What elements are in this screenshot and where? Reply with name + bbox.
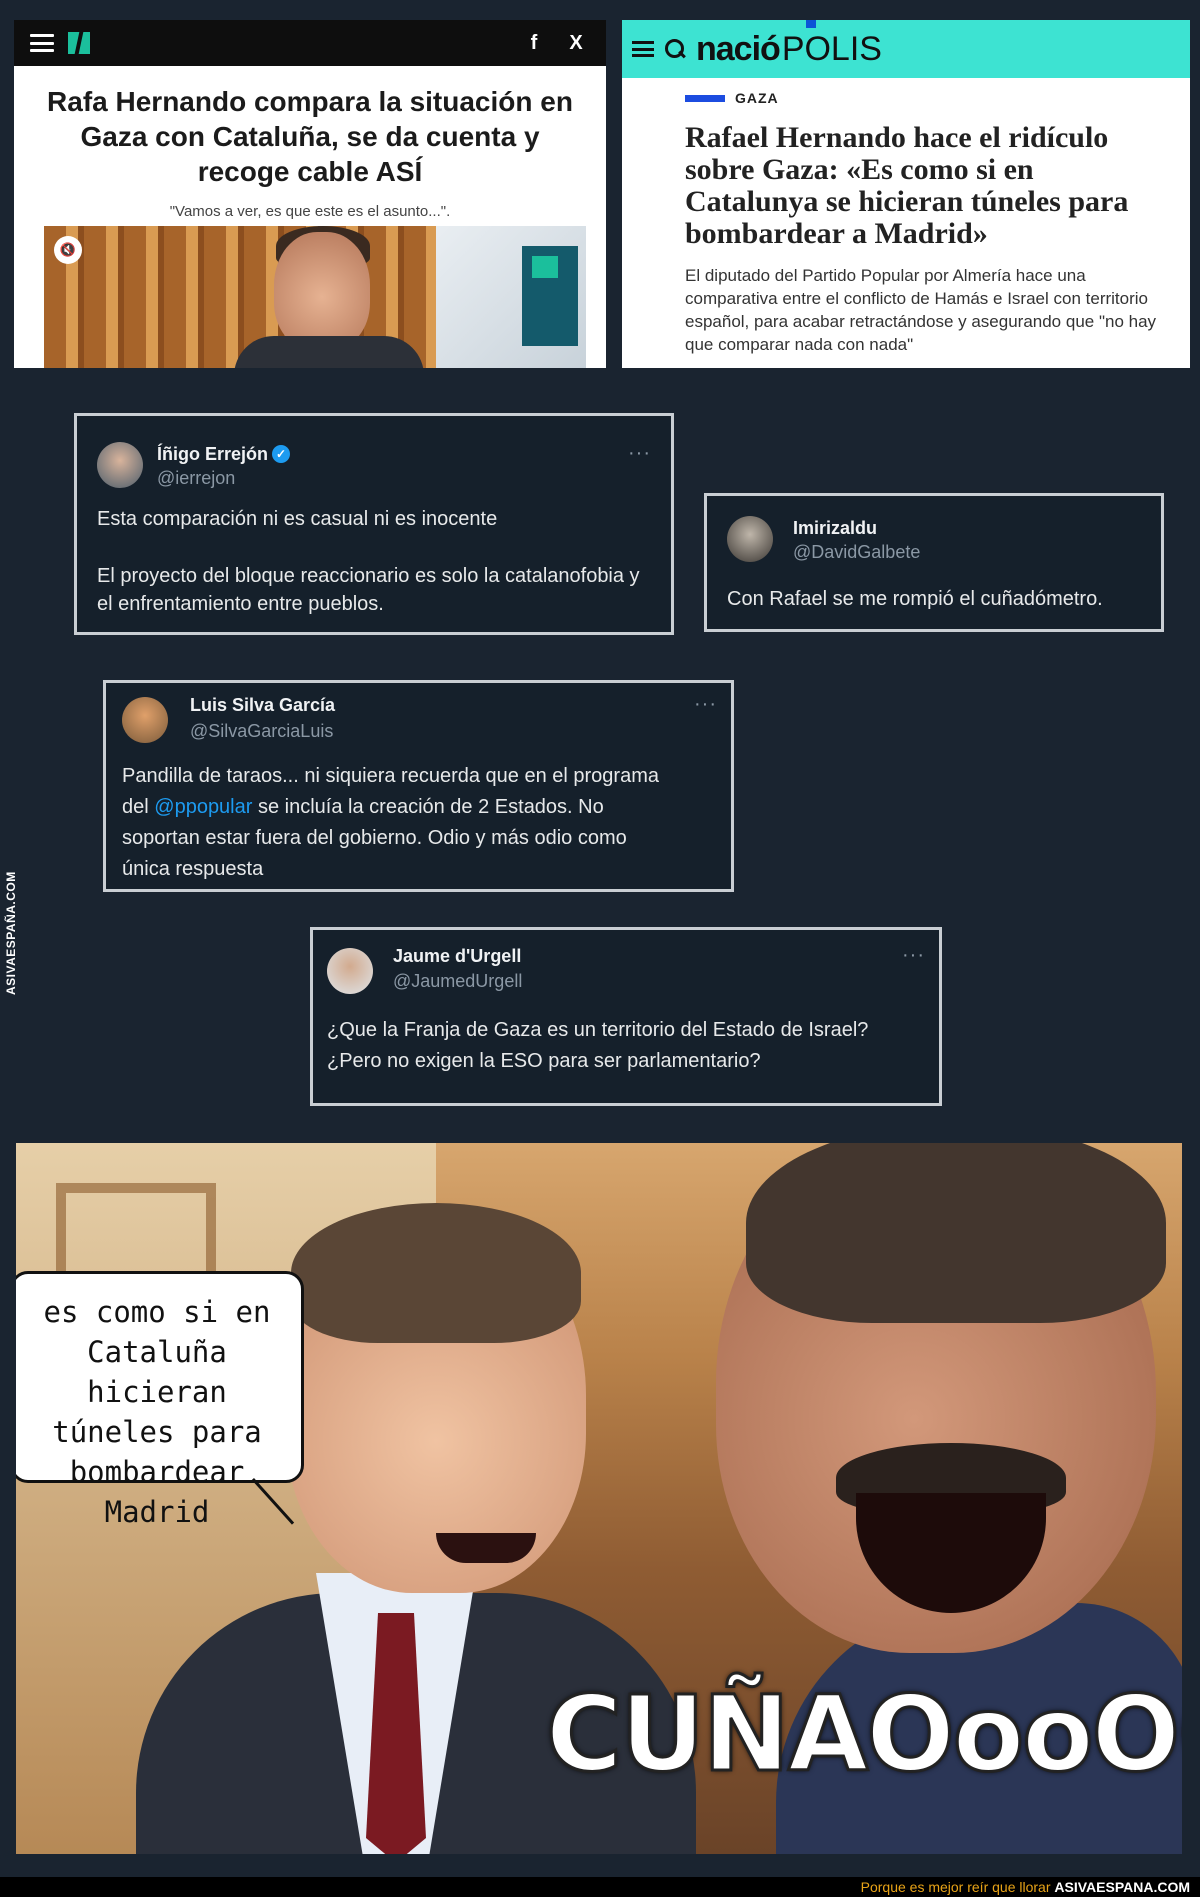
footer-bar: Porque es mejor reír que llorar ASIVAESP… [0,1877,1200,1897]
tweet-author[interactable]: Luis Silva García [190,695,335,716]
tweet-author[interactable]: Jaume d'Urgell [393,946,521,967]
site-header: nacióPOLIS [622,20,1190,78]
avatar[interactable] [327,948,373,994]
verified-badge-icon: ✓ [272,445,291,463]
article-card-right[interactable]: nacióPOLIS GAZA Rafael Hernando hace el … [622,20,1190,368]
tweet-card[interactable]: Imirizaldu @DavidGalbete Con Rafael se m… [704,493,1164,632]
footer-site-link[interactable]: ASIVAESPANA.COM [1054,1879,1190,1895]
speech-bubble: es como si en Cataluña hicieran túneles … [16,1271,304,1529]
section-label[interactable]: GAZA [685,90,1190,106]
tweet-card[interactable]: Jaume d'Urgell @JaumedUrgell ··· ¿Que la… [310,927,942,1106]
article-headline: Rafa Hernando compara la situación en Ga… [47,86,573,187]
article-subheadline: "Vamos a ver, es que este es el asunto..… [169,203,451,220]
side-watermark: ASIVAESPAÑA.COM [4,871,18,995]
channel-logo [522,246,578,346]
tweet-text: El proyecto del bloque reaccionario es s… [97,565,640,587]
article-headline: Rafael Hernando hace el ridículo sobre G… [685,121,1129,250]
tweet-text: Con Rafael se me rompió el cuñadómetro. [727,588,1103,610]
menu-icon[interactable] [632,41,654,57]
article-card-left[interactable]: f X Rafa Hernando compara la situación e… [14,20,606,368]
tweet-author: Íñigo Errejón [157,444,269,464]
site-logo[interactable]: nacióPOLIS [696,20,882,69]
tweet-text: ¿Pero no exigen la ESO para ser parlamen… [327,1050,761,1072]
avatar[interactable] [727,516,773,562]
site-header: f X [14,20,606,66]
mute-icon[interactable]: 🔇 [54,236,82,264]
speaker-face [274,232,370,350]
x-icon[interactable]: X [562,32,590,55]
avatar[interactable] [97,442,143,488]
meme-caption: CUÑAOooOO!! [544,1672,1182,1797]
article-lead: El diputado del Partido Popular por Alme… [685,266,1157,354]
tweet-handle[interactable]: @DavidGalbete [793,542,920,563]
tweet-handle[interactable]: @JaumedUrgell [393,971,522,992]
meme-image: es como si en Cataluña hicieran túneles … [16,1143,1182,1854]
more-options-icon[interactable]: ··· [694,693,717,716]
tweet-handle[interactable]: @SilvaGarciaLuis [190,721,333,742]
facebook-icon[interactable]: f [520,32,548,55]
tweet-author[interactable]: Imirizaldu [793,518,877,539]
video-player[interactable]: 🔇 [44,226,586,368]
footer-tagline: Porque es mejor reír que llorar [860,1879,1051,1895]
site-logo-icon[interactable] [68,32,90,54]
tweet-handle[interactable]: @ierrejon [157,468,235,489]
avatar[interactable] [122,697,168,743]
more-options-icon[interactable]: ··· [902,944,925,967]
tweet-text: del @ppopular se incluía la creación de … [122,796,604,818]
menu-icon[interactable] [30,34,54,52]
tweet-text: soportan estar fuera del gobierno. Odio … [122,827,627,849]
tweet-text: Pandilla de taraos... ni siquiera recuer… [122,765,659,787]
mention-link[interactable]: @ppopular [154,796,252,818]
tweet-card[interactable]: Íñigo Errejón ✓ @ierrejon ··· Esta compar… [74,413,674,635]
tweet-text: el enfrentamiento entre pueblos. [97,593,384,615]
tweet-card[interactable]: Luis Silva García @SilvaGarciaLuis ··· P… [103,680,734,892]
more-options-icon[interactable]: ··· [628,442,651,465]
tweet-text: ¿Que la Franja de Gaza es un territorio … [327,1019,869,1041]
search-icon[interactable] [664,38,686,60]
tweet-text: Esta comparación ni es casual ni es inoc… [97,508,498,530]
tweet-text: única respuesta [122,858,264,880]
